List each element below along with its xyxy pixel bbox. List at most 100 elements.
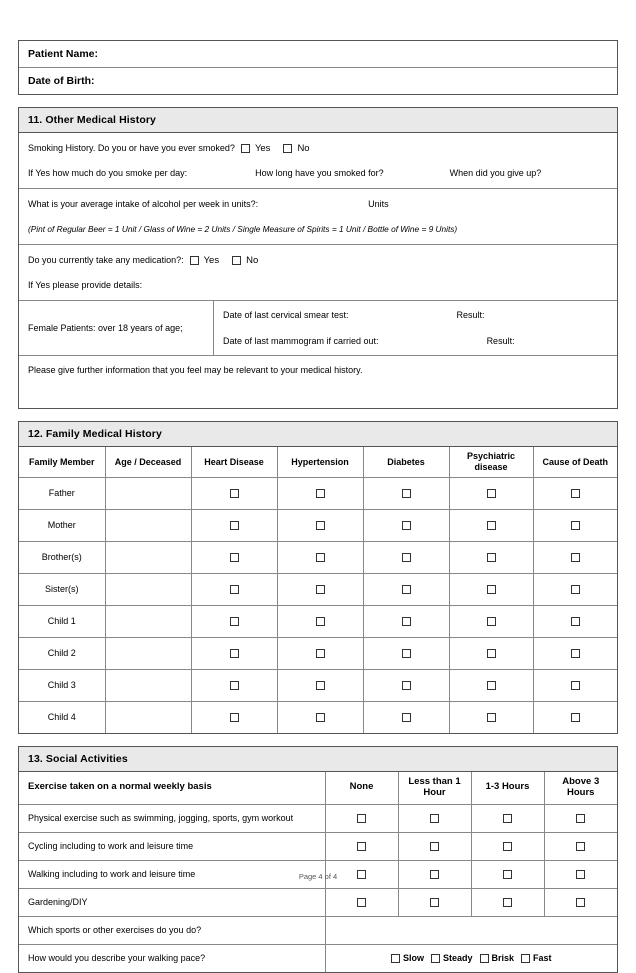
frequency-checkbox[interactable] (576, 842, 586, 852)
family-condition-cell[interactable] (362, 540, 450, 574)
condition-checkbox[interactable] (401, 585, 411, 595)
family-condition-cell[interactable] (448, 572, 534, 606)
exercise-frequency-cell[interactable] (324, 831, 399, 861)
condition-checkbox[interactable] (570, 649, 580, 659)
family-condition-cell[interactable] (276, 604, 364, 638)
condition-checkbox[interactable] (401, 617, 411, 627)
family-age-input[interactable] (104, 476, 192, 510)
family-condition-cell[interactable] (532, 604, 617, 638)
patient-name-field[interactable]: Patient Name: (19, 41, 617, 68)
frequency-checkbox[interactable] (357, 814, 366, 824)
walking-pace-checkbox[interactable] (521, 954, 531, 964)
condition-checkbox[interactable] (570, 713, 580, 723)
medication-yes-checkbox[interactable] (189, 255, 199, 265)
condition-checkbox[interactable] (570, 681, 580, 691)
exercise-frequency-cell[interactable] (543, 831, 617, 861)
family-condition-cell[interactable] (532, 540, 617, 574)
exercise-frequency-cell[interactable] (470, 831, 545, 861)
condition-checkbox[interactable] (229, 489, 239, 499)
exercise-frequency-cell[interactable] (397, 803, 472, 833)
condition-checkbox[interactable] (570, 521, 580, 531)
family-condition-cell[interactable] (532, 476, 617, 510)
condition-checkbox[interactable] (401, 489, 411, 499)
condition-checkbox[interactable] (229, 649, 239, 659)
medication-no-checkbox[interactable] (232, 255, 242, 265)
condition-checkbox[interactable] (229, 713, 239, 723)
condition-checkbox[interactable] (315, 489, 325, 499)
family-condition-cell[interactable] (448, 636, 534, 670)
family-condition-cell[interactable] (448, 540, 534, 574)
frequency-checkbox[interactable] (430, 814, 439, 824)
condition-checkbox[interactable] (486, 489, 496, 499)
exercise-frequency-cell[interactable] (470, 803, 545, 833)
frequency-checkbox[interactable] (430, 842, 439, 852)
family-condition-cell[interactable] (276, 540, 364, 574)
condition-checkbox[interactable] (401, 713, 411, 723)
family-condition-cell[interactable] (190, 700, 278, 733)
family-condition-cell[interactable] (448, 668, 534, 702)
family-condition-cell[interactable] (276, 700, 364, 733)
family-condition-cell[interactable] (276, 636, 364, 670)
condition-checkbox[interactable] (229, 585, 239, 595)
condition-checkbox[interactable] (401, 649, 411, 659)
condition-checkbox[interactable] (486, 521, 496, 531)
smoking-yes-checkbox[interactable] (240, 143, 250, 153)
frequency-checkbox[interactable] (503, 898, 512, 908)
family-condition-cell[interactable] (362, 636, 450, 670)
condition-checkbox[interactable] (486, 681, 496, 691)
further-information-area[interactable]: Please give further information that you… (19, 356, 617, 408)
family-age-input[interactable] (104, 540, 192, 574)
family-age-input[interactable] (104, 508, 192, 542)
condition-checkbox[interactable] (315, 521, 325, 531)
exercise-frequency-cell[interactable] (470, 887, 545, 917)
condition-checkbox[interactable] (401, 681, 411, 691)
condition-checkbox[interactable] (486, 649, 496, 659)
frequency-checkbox[interactable] (357, 842, 366, 852)
family-condition-cell[interactable] (276, 508, 364, 542)
condition-checkbox[interactable] (486, 617, 496, 627)
condition-checkbox[interactable] (486, 713, 496, 723)
family-condition-cell[interactable] (362, 668, 450, 702)
exercise-frequency-cell[interactable] (324, 803, 399, 833)
family-condition-cell[interactable] (532, 668, 617, 702)
condition-checkbox[interactable] (486, 585, 496, 595)
walking-pace-checkbox[interactable] (430, 954, 440, 964)
family-condition-cell[interactable] (448, 604, 534, 638)
condition-checkbox[interactable] (486, 553, 496, 563)
family-condition-cell[interactable] (276, 572, 364, 606)
family-condition-cell[interactable] (448, 476, 534, 510)
family-age-input[interactable] (104, 668, 192, 702)
family-condition-cell[interactable] (276, 476, 364, 510)
family-condition-cell[interactable] (362, 572, 450, 606)
condition-checkbox[interactable] (229, 553, 239, 563)
exercise-frequency-cell[interactable] (543, 887, 617, 917)
frequency-checkbox[interactable] (357, 898, 366, 908)
condition-checkbox[interactable] (229, 681, 239, 691)
sports-answer-input[interactable] (324, 915, 617, 945)
frequency-checkbox[interactable] (503, 842, 512, 852)
condition-checkbox[interactable] (570, 585, 580, 595)
family-condition-cell[interactable] (362, 476, 450, 510)
walking-pace-checkbox[interactable] (390, 954, 400, 964)
family-condition-cell[interactable] (532, 572, 617, 606)
frequency-checkbox[interactable] (503, 814, 512, 824)
exercise-frequency-cell[interactable] (324, 887, 399, 917)
date-of-birth-field[interactable]: Date of Birth: (19, 68, 617, 94)
family-condition-cell[interactable] (362, 508, 450, 542)
family-condition-cell[interactable] (448, 508, 534, 542)
family-condition-cell[interactable] (190, 636, 278, 670)
family-condition-cell[interactable] (190, 476, 278, 510)
condition-checkbox[interactable] (401, 553, 411, 563)
family-condition-cell[interactable] (190, 604, 278, 638)
walking-pace-checkbox[interactable] (479, 954, 489, 964)
family-age-input[interactable] (104, 572, 192, 606)
family-age-input[interactable] (104, 604, 192, 638)
exercise-frequency-cell[interactable] (397, 887, 472, 917)
family-condition-cell[interactable] (362, 604, 450, 638)
family-condition-cell[interactable] (532, 700, 617, 733)
condition-checkbox[interactable] (315, 713, 325, 723)
frequency-checkbox[interactable] (430, 898, 439, 908)
family-condition-cell[interactable] (532, 636, 617, 670)
family-condition-cell[interactable] (448, 700, 534, 733)
family-condition-cell[interactable] (276, 668, 364, 702)
